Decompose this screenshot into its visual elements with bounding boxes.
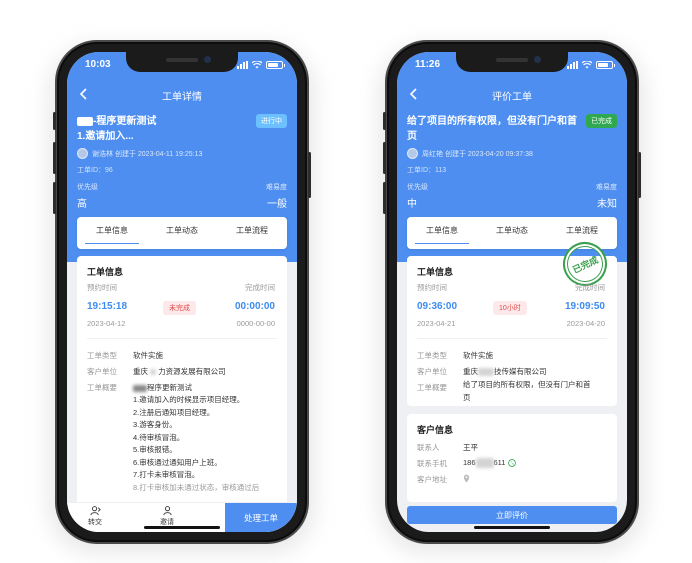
client-label: 客户单位 — [87, 367, 117, 376]
customer-section-title: 客户信息 — [417, 425, 454, 435]
reserve-time: 09:36:00 — [417, 301, 458, 312]
client-value: 重庆 技传媒有限公司 — [463, 367, 547, 377]
contact-value: 王平 — [463, 443, 478, 452]
complete-time-label: 完成时间 — [245, 283, 275, 292]
address-label: 客户地址 — [417, 475, 447, 484]
status-badge: 已完成 — [586, 114, 617, 128]
customer-info-card: 客户信息 联系人 王平 联系手机 186 611 客户地址 — [407, 414, 617, 502]
location-pin-icon[interactable] — [463, 474, 470, 483]
transfer-button[interactable]: 转交 — [75, 505, 115, 527]
screen-left: 10:03 工单详情 -程序更新测试 1.邀请加入... 进行中 谢浩林 创建于… — [67, 52, 297, 532]
phone-value[interactable]: 186 611 — [463, 458, 516, 469]
type-value: 软件实施 — [463, 351, 493, 360]
difficulty-label: 难易度 — [266, 184, 287, 191]
wifi-icon — [582, 61, 592, 69]
list-item: 5.审核报错。 — [133, 445, 177, 454]
type-label: 工单类型 — [417, 351, 447, 360]
tab-ticket-activity[interactable]: 工单动态 — [147, 217, 217, 249]
screen-right: 11:26 评价工单 给了项目的所有权限，但没有门户和首页 已完成 周红艳 创建… — [397, 52, 627, 532]
creator-info: 周红艳 创建于 2023-04-20 09:37:38 — [407, 148, 533, 159]
creator-info: 谢浩林 创建于 2023-04-11 19:25:13 — [77, 148, 202, 159]
list-item: 8.打卡审核加未通过状态，审核通过后 — [133, 482, 260, 492]
page-title: 工单详情 — [162, 92, 202, 103]
home-indicator — [144, 526, 220, 529]
battery-icon — [266, 61, 285, 69]
wifi-icon — [252, 61, 262, 69]
difficulty-value: 未知 — [597, 199, 617, 210]
clock: 10:03 — [85, 59, 111, 70]
signal-icon — [567, 61, 578, 69]
list-item: 4.待审核冒泡。 — [133, 432, 185, 442]
complete-date: 0000-00-00 — [236, 319, 275, 328]
phone-label: 联系手机 — [417, 459, 447, 468]
page-title: 评价工单 — [492, 92, 532, 103]
avatar — [77, 148, 88, 159]
section-title: 工单信息 — [87, 267, 124, 277]
tab-ticket-activity[interactable]: 工单动态 — [477, 217, 547, 249]
duration-badge: 10小时 — [493, 301, 527, 315]
priority-label: 优先级 — [407, 184, 428, 191]
home-indicator — [474, 526, 550, 529]
avatar — [407, 148, 418, 159]
reserve-time: 19:15:18 — [87, 301, 128, 312]
ticket-title: -程序更新测试 1.邀请加入... — [77, 116, 157, 142]
summary-label: 工单概要 — [87, 383, 117, 392]
list-item: 7.打卡未审核冒泡。 — [133, 470, 200, 479]
status-badge: 进行中 — [256, 114, 287, 128]
reserve-time-label: 预约时间 — [87, 283, 117, 292]
contact-label: 联系人 — [417, 443, 440, 452]
invite-button[interactable]: 邀请 — [147, 505, 187, 527]
battery-icon — [596, 61, 615, 69]
complete-time-label: 完成时间 — [575, 283, 605, 292]
phone-frame-right: 11:26 评价工单 给了项目的所有权限，但没有门户和首页 已完成 周红艳 创建… — [383, 40, 641, 544]
list-item: 2.注册后通知项目经理。 — [133, 407, 215, 417]
reserve-time-label: 预约时间 — [417, 283, 447, 292]
ticket-title: 给了项目的所有权限，但没有门户和首页 — [407, 116, 577, 142]
type-label: 工单类型 — [87, 351, 117, 360]
client-value: 重庆 力资源发展有限公司 — [133, 367, 226, 376]
phone-frame-left: 10:03 工单详情 -程序更新测试 1.邀请加入... 进行中 谢浩林 创建于… — [53, 40, 311, 544]
process-ticket-button[interactable]: 处理工单 — [225, 503, 297, 532]
ticket-id: 工单ID：113 — [407, 167, 447, 174]
evaluate-now-button[interactable]: 立即评价 — [407, 506, 617, 524]
tab-ticket-info[interactable]: 工单信息 — [407, 217, 477, 249]
list-item: 1.邀请加入的时候显示项目经理。 — [133, 395, 245, 404]
ticket-info-card: 已完成 工单信息 预约时间 完成时间 09:36:00 10小时 19:09:5… — [407, 234, 617, 406]
complete-time: 00:00:00 — [234, 301, 275, 312]
phone-call-icon[interactable] — [507, 459, 516, 467]
ticket-id: 工单ID：96 — [77, 167, 113, 174]
duration-badge: 未完成 — [163, 301, 196, 315]
tab-bar: 工单信息 工单动态 工单流程 — [77, 217, 287, 249]
difficulty-label: 难易度 — [596, 184, 617, 191]
signal-icon — [237, 61, 248, 69]
complete-time: 19:09:50 — [564, 301, 605, 312]
complete-date: 2023-04-20 — [566, 319, 605, 328]
summary-text: 给了项目的所有权限，但没有门户和首 页 — [463, 380, 591, 402]
summary-title: 程序更新测试 — [133, 382, 192, 393]
clock: 11:26 — [415, 59, 441, 70]
invite-icon — [162, 506, 172, 516]
priority-value: 高 — [77, 199, 87, 210]
tab-ticket-info[interactable]: 工单信息 — [77, 217, 147, 249]
type-value: 软件实施 — [133, 351, 163, 360]
transfer-icon — [89, 506, 101, 516]
tab-ticket-flow[interactable]: 工单流程 — [217, 217, 287, 249]
list-item: 6.审核通过通知用户上班。 — [133, 457, 222, 467]
ticket-info-card: 工单信息 预约时间 完成时间 19:15:18 未完成 00:00:00 202… — [77, 256, 287, 526]
reserve-date: 2023-04-21 — [417, 319, 456, 328]
priority-value: 中 — [407, 199, 417, 210]
reserve-date: 2023-04-12 — [87, 319, 126, 328]
summary-list: 1.邀请加入的时候显示项目经理。 2.注册后通知项目经理。 3.游客身份。 4.… — [133, 394, 259, 494]
difficulty-value: 一般 — [267, 199, 287, 210]
list-item: 3.游客身份。 — [133, 420, 177, 429]
summary-label: 工单概要 — [417, 383, 447, 392]
priority-label: 优先级 — [77, 184, 98, 191]
client-label: 客户单位 — [417, 367, 447, 376]
section-title: 工单信息 — [417, 267, 454, 277]
